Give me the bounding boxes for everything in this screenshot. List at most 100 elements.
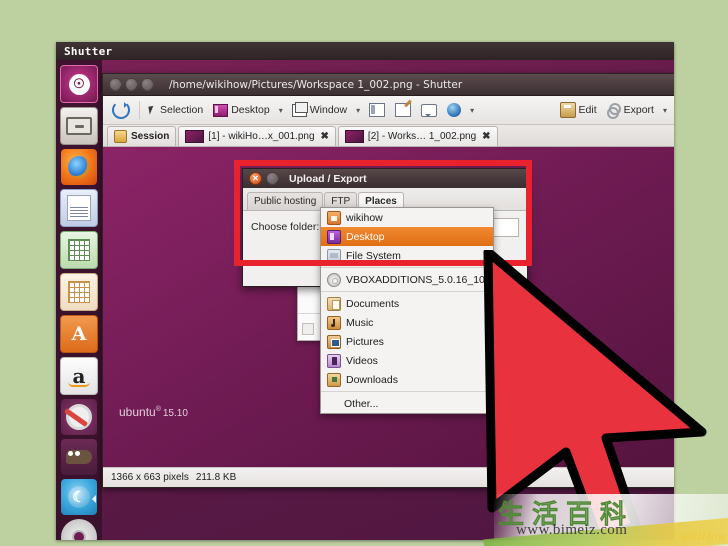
shutter-toolbar: Selection Desktop ▾ Window ▾ ▾ Edit Expo… [103, 96, 674, 125]
disc-drive-icon[interactable] [61, 519, 97, 540]
tab-public-hosting[interactable]: Public hosting [247, 192, 324, 210]
unity-launcher: ☉ A a ☾ [56, 60, 102, 540]
dropdown-item-label: Downloads [346, 373, 398, 386]
selection-label: Selection [160, 104, 204, 116]
amarok-wolf-glyph [66, 450, 92, 464]
dropdown-item-downloads[interactable]: Downloads [321, 370, 493, 389]
disc-icon [327, 272, 341, 287]
desktop-icon [213, 103, 229, 117]
window-icon [291, 101, 308, 117]
export-button[interactable]: Export [604, 101, 657, 119]
dropdown-item-documents[interactable]: Documents [321, 294, 493, 313]
libreoffice-writer-icon[interactable] [60, 189, 98, 227]
amazon-icon[interactable]: a [60, 357, 98, 395]
export-icon [606, 103, 621, 119]
tab-1-label: [1] - wikiHo…x_001.png [208, 131, 315, 142]
videos-folder-icon [327, 353, 341, 368]
export-label: Export [623, 104, 654, 116]
music-folder-icon [327, 315, 341, 330]
dialog-titlebar: ✕ Upload / Export [243, 169, 527, 188]
dropdown-item-videos[interactable]: Videos [321, 351, 493, 370]
tooltip-capture-button[interactable] [392, 101, 414, 119]
dropdown-item-desktop[interactable]: Desktop [321, 227, 493, 246]
dialog-minimize-button[interactable] [266, 172, 279, 185]
close-icon: ✕ [252, 173, 259, 183]
skype-glyph: ☾ [68, 486, 90, 508]
amazon-glyph: a [72, 364, 86, 388]
libreoffice-calc-icon[interactable] [60, 231, 98, 269]
canvas-brand-text: ubuntu [119, 405, 156, 419]
amarok-icon[interactable] [61, 439, 97, 475]
app-statusbar: 1366 x 663 pixels 211.8 KB [103, 467, 674, 487]
window-label: Window [309, 104, 348, 116]
window-button[interactable]: Window [289, 101, 350, 119]
screenshot-tab-1[interactable]: [1] - wikiHo…x_001.png ✖ [178, 126, 336, 146]
launcher-running-pip [92, 495, 96, 503]
edit-label: Edit [578, 104, 597, 116]
dialog-close-button[interactable]: ✕ [249, 172, 262, 185]
tooltip-button[interactable] [418, 102, 440, 119]
dialog-title: Upload / Export [289, 172, 367, 185]
app-titlebar: /home/wikihow/Pictures/Workspace 1_002.p… [103, 74, 674, 96]
ubuntu-software-icon[interactable]: A [60, 315, 98, 353]
image-dimensions: 1366 x 663 pixels [111, 472, 189, 483]
session-tabbar: Session [1] - wikiHo…x_001.png ✖ [2] - W… [103, 125, 674, 147]
dropdown-item-pictures[interactable]: Pictures [321, 332, 493, 351]
ubuntu-software-glyph: A [71, 323, 87, 345]
session-tab[interactable]: Session [107, 126, 177, 146]
ubuntu-dash-icon[interactable]: ☉ [60, 65, 98, 103]
refresh-icon [112, 101, 130, 119]
dropdown-item-label: VBOXADDITIONS_5.0.16_105871 [346, 273, 493, 286]
dropdown-item-vboxadditions[interactable]: VBOXADDITIONS_5.0.16_105871 [321, 270, 493, 289]
dropdown-item-music[interactable]: Music [321, 313, 493, 332]
outer-window-title: Shutter [64, 44, 113, 58]
impress-glyph [68, 281, 90, 303]
dropdown-item-file-system[interactable]: File System [321, 246, 493, 265]
system-settings-icon[interactable] [61, 399, 97, 435]
files-icon[interactable] [60, 107, 98, 145]
disc-hole-glyph [72, 530, 86, 540]
outer-titlebar: Shutter [56, 42, 674, 60]
window-minimize-button[interactable] [125, 78, 138, 91]
canvas-ubuntu-brand: ubuntu® 15.10 [119, 405, 188, 419]
screenshot-tab-2[interactable]: [2] - Works… 1_002.png ✖ [337, 126, 498, 146]
export-dropdown-caret-icon[interactable]: ▾ [661, 106, 669, 115]
downloads-folder-icon [327, 372, 341, 387]
writer-doc-glyph [67, 195, 91, 221]
skype-icon[interactable]: ☾ [61, 479, 97, 515]
tab-thumbnail [344, 130, 364, 143]
panel-icon [369, 103, 386, 117]
dropdown-separator [321, 391, 493, 392]
pictures-folder-icon [327, 334, 341, 349]
redo-button[interactable] [109, 99, 133, 121]
libreoffice-impress-icon[interactable] [60, 273, 98, 311]
files-drawer-glyph [66, 117, 92, 135]
canvas-trademark: ® [155, 406, 161, 413]
window-dropdown-caret-icon[interactable]: ▾ [354, 106, 362, 115]
pencil-icon [395, 103, 412, 117]
dropdown-item-other[interactable]: Other... [321, 394, 493, 413]
window-maximize-button[interactable] [141, 78, 154, 91]
edit-button[interactable]: Edit [557, 100, 600, 120]
web-dropdown-caret-icon[interactable]: ▾ [468, 106, 476, 115]
screenshot-root: Shutter ☉ A a ☾ /home/wikihow/Pictures/W… [0, 0, 728, 546]
selection-button[interactable]: Selection [146, 102, 206, 118]
tab-1-close-icon[interactable]: ✖ [321, 131, 329, 142]
firefox-icon[interactable] [61, 149, 97, 185]
image-filesize: 211.8 KB [195, 472, 237, 483]
toolbar-separator [139, 101, 140, 119]
speech-bubble-icon [421, 103, 438, 117]
menu-capture-button[interactable] [366, 101, 388, 119]
inner-window-resize-grip [302, 323, 314, 335]
dropdown-item-wikihow[interactable]: wikihow [321, 208, 493, 227]
cursor-icon [148, 105, 158, 115]
dropdown-separator [321, 291, 493, 292]
desktop-button[interactable]: Desktop [210, 102, 273, 119]
desktop-dropdown-caret-icon[interactable]: ▾ [277, 106, 285, 115]
tab-2-close-icon[interactable]: ✖ [482, 131, 490, 142]
web-capture-button[interactable] [444, 101, 464, 119]
folder-dropdown-list: wikihow Desktop File System VBOXADDITION… [320, 207, 494, 414]
home-folder-icon [327, 210, 341, 225]
session-label: Session [131, 131, 170, 142]
window-close-button[interactable] [109, 78, 122, 91]
